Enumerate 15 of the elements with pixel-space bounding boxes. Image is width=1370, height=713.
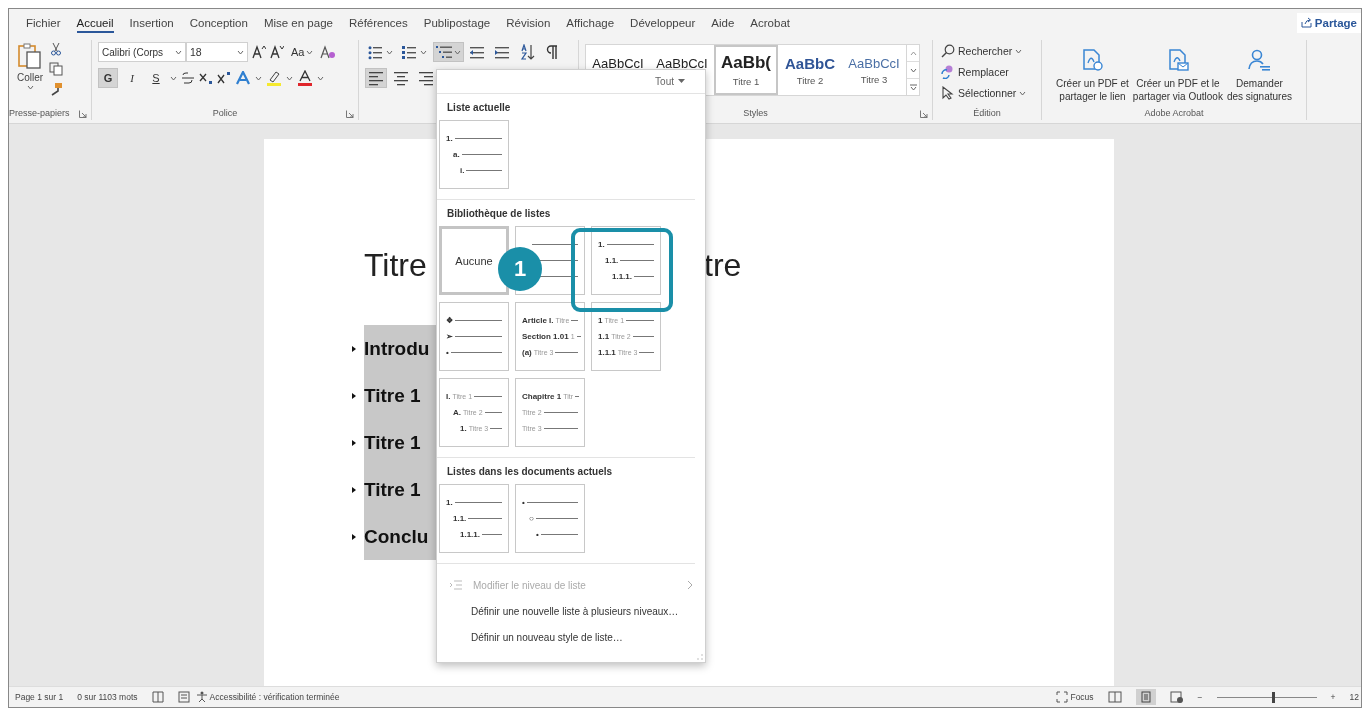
- document-title: Titre: [364, 247, 427, 285]
- list-item-text: Introdu: [364, 336, 430, 361]
- group-label: Police: [211, 108, 239, 120]
- list-item-text: Titre 1: [364, 383, 421, 408]
- list-item-text: Titre 1: [364, 477, 421, 502]
- group-label: Styles: [742, 108, 769, 120]
- section-heading: Bibliothèque de listes: [447, 208, 552, 221]
- section-heading: Liste actuelle: [447, 102, 512, 115]
- list-item-text: Titre 1: [364, 430, 421, 455]
- group-label: Presse-papiers: [9, 108, 71, 120]
- group-label: Édition: [972, 108, 1002, 120]
- list-item-text: Conclu: [364, 524, 429, 549]
- group-label: Adobe Acrobat: [1143, 108, 1205, 120]
- section-heading: Listes dans les documents actuels: [447, 466, 614, 479]
- document-title: tre: [704, 247, 742, 285]
